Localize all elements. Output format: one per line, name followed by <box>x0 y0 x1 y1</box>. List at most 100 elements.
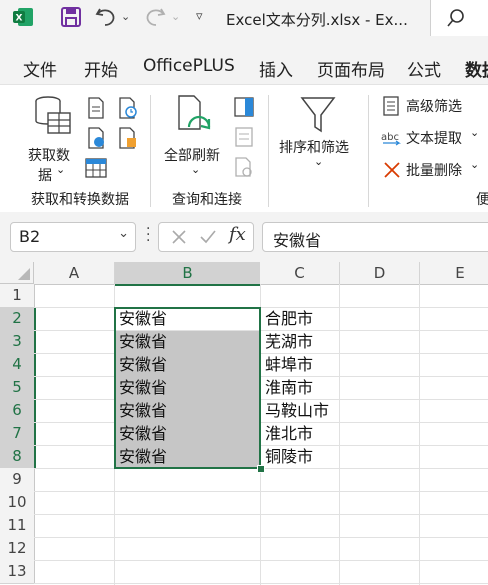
formula-bar: B2 ⌄ · · · fx 安徽省 <box>0 212 488 262</box>
title-bar: X ⌄ ⌄ ▿ Excel文本分列.xlsx - Ex... <box>0 0 488 37</box>
tab-formulas[interactable]: 公式 <box>407 56 441 81</box>
group-label-partial: 便 <box>476 192 488 208</box>
cell-c2[interactable]: 合肥市 <box>261 308 340 330</box>
gridline <box>34 491 488 492</box>
window-title: Excel文本分列.xlsx - Ex... <box>226 11 408 29</box>
excel-logo-letter: X <box>16 14 23 24</box>
refresh-all-icon <box>178 95 211 130</box>
sort-filter-button[interactable]: 排序和筛选 ⌄ <box>276 93 362 183</box>
row-header-11[interactable]: 11 <box>0 514 35 538</box>
insert-function-icon[interactable]: fx <box>229 224 246 245</box>
batch-delete-dropdown-icon: ⌄ <box>470 158 480 171</box>
select-all-corner[interactable] <box>0 262 34 284</box>
filter-icon <box>300 97 336 133</box>
group-separator <box>150 95 151 207</box>
batch-delete-label: 批量删除 <box>406 163 462 179</box>
selection-border <box>114 307 261 469</box>
redo-dropdown-icon[interactable]: ⌄ <box>171 10 180 23</box>
search-box[interactable] <box>430 0 488 37</box>
row-header-4[interactable]: 4 <box>0 353 36 377</box>
select-all-triangle-icon <box>18 268 30 280</box>
text-extract-button[interactable]: abc 文本提取 ⌄ <box>380 126 488 149</box>
undo-dropdown-icon[interactable]: ⌄ <box>121 10 130 23</box>
cell-c8[interactable]: 铜陵市 <box>261 446 340 468</box>
column-header-d[interactable]: D <box>340 262 420 285</box>
row-header-13[interactable]: 13 <box>0 560 35 584</box>
column-header-a[interactable]: A <box>34 262 115 285</box>
cancel-entry-icon[interactable] <box>171 229 187 245</box>
ribbon-tabs: 文件 开始 OfficePLUS 插入 页面布局 公式 数据 <box>0 36 488 84</box>
cell-c4[interactable]: 蚌埠市 <box>261 354 340 376</box>
existing-connections-icon[interactable] <box>118 127 138 149</box>
name-box-dropdown-icon[interactable]: ⌄ <box>118 226 129 241</box>
refresh-all-button[interactable]: 全部刷新 ⌄ <box>160 93 230 183</box>
sort-filter-label: 排序和筛选 <box>279 140 349 156</box>
tab-home[interactable]: 开始 <box>84 56 118 81</box>
get-data-button[interactable]: 获取数 据 ⌄ <box>22 93 82 184</box>
group-separator <box>268 95 269 207</box>
group-separator <box>368 95 369 207</box>
row-header-8[interactable]: 8 <box>0 445 36 469</box>
get-data-label-2: 据 <box>38 168 52 184</box>
tab-officeplus[interactable]: OfficePLUS <box>143 56 235 76</box>
row-header-5[interactable]: 5 <box>0 376 36 400</box>
database-table-icon <box>35 96 71 134</box>
row-header-6[interactable]: 6 <box>0 399 36 423</box>
row-header-2[interactable]: 2 <box>0 307 36 331</box>
cell-c6[interactable]: 马鞍山市 <box>261 400 340 422</box>
formula-controls: fx <box>158 222 254 252</box>
delete-x-icon <box>384 162 400 178</box>
undo-icon[interactable] <box>94 5 118 29</box>
row-header-12[interactable]: 12 <box>0 537 35 561</box>
name-box-value: B2 <box>19 227 41 246</box>
queries-connections-icon[interactable] <box>234 97 254 117</box>
row-header-10[interactable]: 10 <box>0 491 35 515</box>
save-icon[interactable] <box>60 6 82 28</box>
refresh-all-dropdown-icon: ⌄ <box>191 163 201 176</box>
recent-sources-icon[interactable] <box>118 97 138 119</box>
batch-delete-button[interactable]: 批量删除 ⌄ <box>380 158 488 181</box>
gridline <box>34 560 488 561</box>
fill-handle[interactable] <box>257 465 265 473</box>
row-header-3[interactable]: 3 <box>0 330 36 354</box>
excel-logo: X <box>12 6 34 28</box>
ribbon: 获取数 据 ⌄ 获取和转换数据 全部刷新 ⌄ 查询和连接 排序和筛选 ⌄ 高级筛… <box>0 84 488 213</box>
cell-c3[interactable]: 芜湖市 <box>261 331 340 353</box>
refresh-all-label: 全部刷新 <box>164 148 220 164</box>
from-web-icon[interactable] <box>87 127 107 149</box>
tab-file[interactable]: 文件 <box>23 56 57 81</box>
redo-icon[interactable] <box>143 5 167 29</box>
name-box[interactable]: B2 ⌄ <box>10 222 136 252</box>
sort-filter-dropdown-icon: ⌄ <box>314 155 324 168</box>
get-data-dropdown-icon: ⌄ <box>56 163 66 176</box>
formula-bar-grip-icon[interactable]: · · · <box>146 222 150 248</box>
formula-content: 安徽省 <box>273 231 322 250</box>
group-label-get-transform: 获取和转换数据 <box>31 192 129 208</box>
worksheet-grid[interactable]: A B C D E 1 2 3 4 5 6 7 8 9 10 11 12 13 … <box>0 262 488 585</box>
formula-input[interactable]: 安徽省 <box>262 222 488 252</box>
advanced-filter-button[interactable]: 高级筛选 <box>380 95 488 117</box>
properties-icon[interactable] <box>234 127 254 147</box>
tab-insert[interactable]: 插入 <box>259 56 293 81</box>
get-data-label-1: 获取数 <box>28 148 70 164</box>
edit-links-icon[interactable] <box>234 157 254 177</box>
column-header-e[interactable]: E <box>420 262 488 285</box>
tab-data[interactable]: 数据 <box>465 56 488 81</box>
gridline <box>34 583 488 584</box>
column-header-b[interactable]: B <box>115 262 261 286</box>
group-label-queries-connections: 查询和连接 <box>172 192 242 208</box>
from-text-icon[interactable] <box>87 97 105 119</box>
from-table-icon[interactable] <box>85 157 107 179</box>
column-header-c[interactable]: C <box>260 262 340 285</box>
cell-c7[interactable]: 淮北市 <box>261 423 340 445</box>
advanced-filter-icon <box>383 96 399 116</box>
text-extract-dropdown-icon: ⌄ <box>470 126 480 139</box>
row-header-9[interactable]: 9 <box>0 468 35 492</box>
row-header-1[interactable]: 1 <box>0 284 35 308</box>
tab-page-layout[interactable]: 页面布局 <box>317 56 385 81</box>
gridline <box>34 514 488 515</box>
customize-qat-icon[interactable]: ▿ <box>196 9 203 24</box>
row-header-7[interactable]: 7 <box>0 422 36 446</box>
confirm-entry-icon[interactable] <box>199 229 217 245</box>
cell-c5[interactable]: 淮南市 <box>261 377 340 399</box>
